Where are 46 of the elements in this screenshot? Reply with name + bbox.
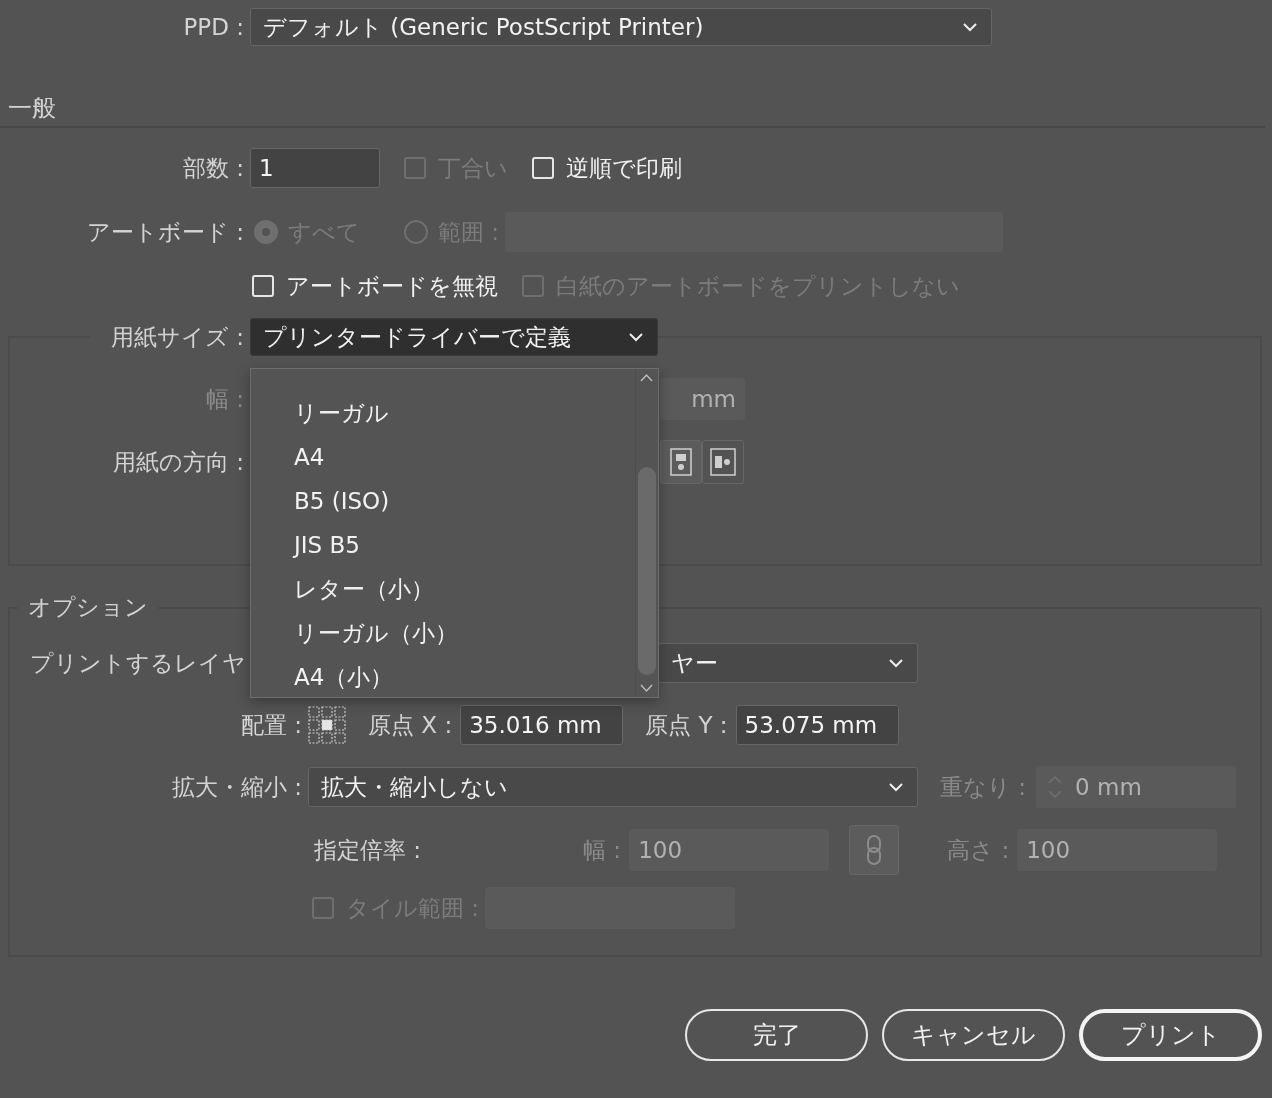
dialog-button[interactable]: キャンセル (882, 1009, 1065, 1061)
menu-item[interactable]: リーガル (251, 391, 635, 435)
field-label: PPD : (182, 14, 245, 40)
menu-item[interactable]: B5 (ISO) (251, 479, 635, 523)
menu-item[interactable]: A4（小） (251, 655, 635, 699)
reference-point-icon (308, 706, 346, 744)
checkbox[interactable]: アートボードを無視 (252, 270, 498, 302)
scroll-down-icon[interactable] (640, 684, 653, 693)
field-label: プリントするレイヤ (30, 648, 246, 678)
link-icon (866, 834, 883, 866)
section-heading: 一般 (8, 94, 56, 122)
chevron-down-icon (889, 782, 903, 792)
portrait-orientation-button[interactable] (660, 440, 702, 484)
scale-select[interactable]: 拡大・縮小しない (308, 767, 918, 807)
section-heading: オプション (27, 593, 149, 622)
chevron-down-icon (629, 332, 643, 342)
menu-item[interactable]: JIS B5 (251, 523, 635, 567)
dialog-button[interactable]: プリント (1079, 1009, 1262, 1061)
ppd-select[interactable]: デフォルト (Generic PostScript Printer) (250, 8, 992, 46)
portrait-icon (670, 448, 692, 476)
checkbox[interactable]: 逆順で印刷 (532, 152, 682, 184)
paper-size-select[interactable]: プリンタードライバーで定義 (250, 318, 658, 356)
origin-y-field[interactable]: 53.075 mm (735, 705, 899, 745)
field-label: 用紙の方向 : (111, 447, 245, 477)
scrollbar[interactable] (635, 369, 658, 697)
menu-item[interactable]: レター（小） (251, 567, 635, 611)
field-label: 部数 : (181, 153, 245, 183)
copies-field[interactable]: 1 (250, 148, 380, 188)
origin-x-field[interactable]: 35.016 mm (460, 705, 624, 745)
field-label: 指定倍率 : (314, 835, 422, 865)
layers-select[interactable]: ヤー (658, 643, 918, 683)
chevron-down-icon (963, 22, 977, 32)
link-button[interactable] (849, 825, 900, 875)
dialog-button[interactable]: 完了 (685, 1009, 868, 1061)
menu-item[interactable]: A4 (251, 435, 635, 479)
field-label: 配置 : (239, 710, 303, 740)
menu-item[interactable]: リーガル（小） (251, 611, 635, 655)
landscape-orientation-button[interactable] (702, 440, 744, 484)
field-label: 用紙サイズ : (109, 322, 245, 352)
field-label: 拡大・縮小 : (170, 772, 303, 802)
field-label: 原点 Y : (645, 710, 728, 740)
scroll-up-icon[interactable] (640, 373, 653, 382)
field-label: アートボード : (85, 217, 245, 247)
field-label: 原点 X : (368, 710, 453, 740)
landscape-icon (710, 448, 736, 476)
chevron-down-icon (889, 658, 903, 668)
